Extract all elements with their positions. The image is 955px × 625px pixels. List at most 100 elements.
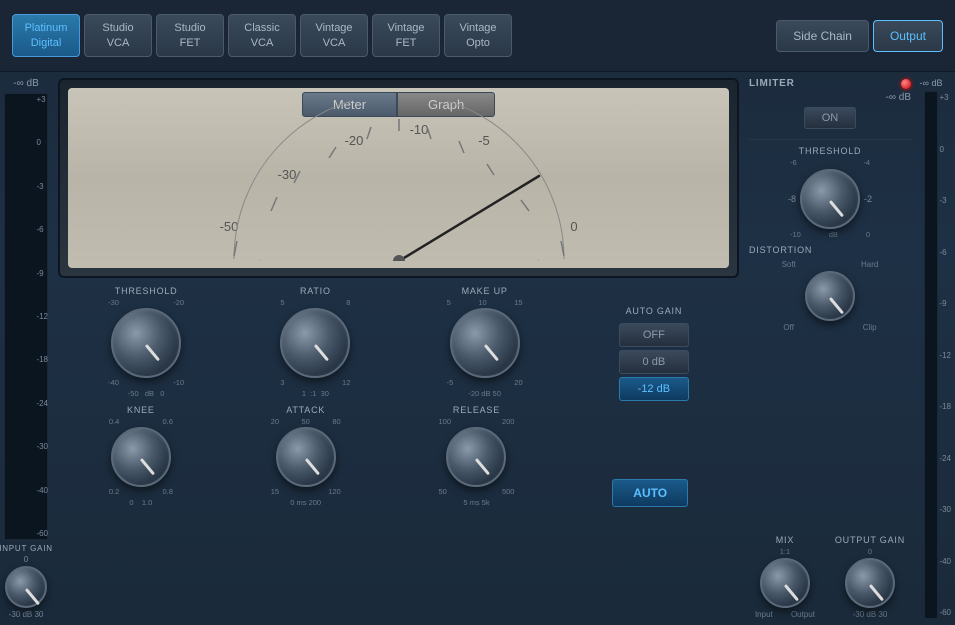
mix-input-label: Input (755, 610, 773, 619)
mix-output-label: Output (791, 610, 815, 619)
svg-text:-5: -5 (478, 133, 490, 148)
limiter-row: LIMITER (749, 78, 911, 89)
limiter-on-button[interactable]: ON (804, 107, 856, 129)
auto-gain-0db-btn[interactable]: 0 dB (619, 350, 689, 374)
distortion-sub2-labels: Off Clip (749, 323, 911, 332)
threshold-right-section: THRESHOLD -6-4 -8 -2 -10dB0 (749, 146, 911, 239)
makeup-unit: -20 dB 50 (468, 389, 501, 398)
attack-scale-btm: 15120 (271, 487, 341, 496)
distortion-off: Off (783, 323, 794, 332)
side-chain-button[interactable]: Side Chain (776, 20, 869, 52)
output-gain-unit: -30 dB 30 (853, 610, 888, 619)
knee-scale-top: 0.40.6 (109, 417, 173, 426)
preset-btn-vintage-fet[interactable]: Vintage FET (372, 14, 440, 57)
input-gain-unit: -30 dB 30 (0, 610, 53, 619)
threshold-right-scale-top: -6-4 (790, 158, 870, 167)
preset-btn-vintage-vca[interactable]: Vintage VCA (300, 14, 368, 57)
input-gain-knob[interactable] (5, 566, 47, 608)
main-container: Platinum Digital Studio VCA Studio FET C… (0, 0, 955, 625)
auto-btn-section: AUTO (612, 405, 688, 507)
svg-text:-50: -50 (219, 219, 238, 234)
attack-unit: 0 ms 200 (290, 498, 321, 507)
release-scale-top: 100200 (438, 417, 514, 426)
threshold-right-scale-left: -8 (788, 194, 796, 204)
auto-button[interactable]: AUTO (612, 479, 688, 507)
limiter-value: -∞ dB (749, 92, 911, 103)
makeup-label: MAKE UP (462, 286, 508, 296)
attack-label: ATTACK (286, 405, 325, 415)
bottom-controls-row: KNEE 0.40.6 0.20.8 0 1.0 ATTACK (58, 405, 739, 507)
mix-io-labels: Input Output (755, 610, 815, 619)
right-controls: LIMITER -∞ dB ON THRESHOLD -6-4 -8 (749, 78, 911, 619)
distortion-knob[interactable] (805, 271, 855, 321)
distortion-sub-labels: Soft Hard (749, 260, 911, 269)
threshold-right-scale-right: -2 (864, 194, 872, 204)
ratio-scale-btm: 312 (280, 378, 350, 387)
knee-label: KNEE (127, 405, 155, 415)
vu-display-inner: Meter Graph -50 -30 -20 -10 -5 (68, 88, 729, 268)
mid-col: Meter Graph -50 -30 -20 -10 -5 (52, 72, 745, 625)
svg-text:-10: -10 (409, 122, 428, 137)
output-gain-knob[interactable] (845, 558, 895, 608)
distortion-soft: Soft (782, 260, 796, 269)
preset-btn-vintage-opto[interactable]: Vintage Opto (444, 14, 512, 57)
vu-arc-svg: -50 -30 -20 -10 -5 0 (199, 101, 599, 261)
svg-text:-20: -20 (344, 133, 363, 148)
attack-knob[interactable] (276, 427, 336, 487)
ratio-block: RATIO 58 312 1 :1 30 (280, 286, 350, 401)
threshold-block: THRESHOLD -30-20 -40-10 -50 dB 0 (108, 286, 184, 401)
release-block: RELEASE 100200 50500 5 ms 5k (438, 405, 514, 507)
distortion-section: DISTORTION Soft Hard Off Clip (749, 245, 911, 332)
distortion-clip: Clip (863, 323, 877, 332)
distortion-row: DISTORTION (749, 245, 911, 257)
side-chain-output: Side Chain Output (776, 20, 943, 52)
auto-gain-label: AUTO GAIN (626, 306, 683, 316)
makeup-scale-btm: -520 (447, 378, 523, 387)
ratio-label: RATIO (300, 286, 331, 296)
attack-block: ATTACK 205080 15120 0 ms 200 (271, 405, 341, 507)
threshold-scale-btm: -40-10 (108, 378, 184, 387)
release-unit: 5 ms 5k (463, 498, 489, 507)
auto-gain-section: AUTO GAIN OFF 0 dB -12 dB (619, 286, 689, 401)
knee-block: KNEE 0.40.6 0.20.8 0 1.0 (109, 405, 173, 507)
ratio-unit: 1 :1 30 (302, 389, 329, 398)
output-gain-label: OUTPUT GAIN (835, 535, 905, 545)
mix-label: MIX (776, 535, 794, 545)
svg-text:-30: -30 (277, 167, 296, 182)
preset-btn-platinum-digital[interactable]: Platinum Digital (12, 14, 80, 57)
right-col: LIMITER -∞ dB ON THRESHOLD -6-4 -8 (745, 72, 955, 625)
makeup-block: MAKE UP 51015 -520 -20 dB 50 (447, 286, 523, 401)
mix-block: MIX 1:1 Input Output (755, 535, 815, 619)
left-meter-top-label: -∞ dB (13, 78, 38, 89)
release-knob[interactable] (446, 427, 506, 487)
right-vu-meter-col: -∞ dB +3 0 -3 -6 -9 -12 -18 (911, 78, 951, 619)
makeup-knob[interactable] (450, 308, 520, 378)
top-controls-row: THRESHOLD -30-20 -40-10 -50 dB 0 RATIO (58, 286, 739, 401)
auto-gain-12db-btn[interactable]: -12 dB (619, 377, 689, 401)
mix-knob[interactable] (760, 558, 810, 608)
output-gain-block: OUTPUT GAIN 0 -30 dB 30 (835, 535, 905, 619)
distortion-hard: Hard (861, 260, 878, 269)
threshold-label: THRESHOLD (115, 286, 178, 296)
preset-btn-studio-fet[interactable]: Studio FET (156, 14, 224, 57)
release-scale-btm: 50500 (438, 487, 514, 496)
vu-display: Meter Graph -50 -30 -20 -10 -5 (58, 78, 739, 278)
preset-btn-classic-vca[interactable]: Classic VCA (228, 14, 296, 57)
threshold-knob[interactable] (111, 308, 181, 378)
limiter-led (901, 79, 911, 89)
content-row: -∞ dB +3 0 -3 -6 -9 -12 -18 -24 -30 (0, 72, 955, 625)
ratio-knob[interactable] (280, 308, 350, 378)
knee-scale-btm: 0.20.8 (109, 487, 173, 496)
input-gain-label: INPUT GAIN (0, 544, 53, 553)
threshold-right-knob[interactable] (800, 169, 860, 229)
threshold-scale-top: -30-20 (108, 298, 184, 307)
output-button[interactable]: Output (873, 20, 943, 52)
makeup-scale-top: 51015 (447, 298, 523, 307)
attack-scale-top: 205080 (271, 417, 341, 426)
top-bar: Platinum Digital Studio VCA Studio FET C… (0, 0, 955, 72)
preset-btn-studio-vca[interactable]: Studio VCA (84, 14, 152, 57)
right-meter-top-label: -∞ dB (920, 78, 943, 88)
knee-knob[interactable] (111, 427, 171, 487)
mix-ratio: 1:1 (780, 547, 790, 556)
auto-gain-off-btn[interactable]: OFF (619, 323, 689, 347)
